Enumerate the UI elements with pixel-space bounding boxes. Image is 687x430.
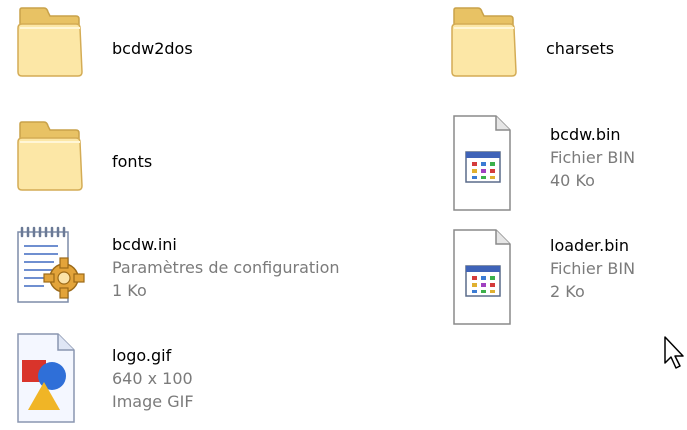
- file-item-logo-gif[interactable]: logo.gif 640 x 100 Image GIF: [14, 330, 314, 430]
- file-name: bcdw2dos: [112, 39, 193, 58]
- bin-file-icon: [452, 114, 552, 214]
- file-name: charsets: [546, 39, 615, 58]
- file-size: 1 Ko: [112, 281, 147, 300]
- file-item-charsets[interactable]: charsets: [448, 4, 687, 104]
- file-item-loader-bin[interactable]: loader.bin Fichier BIN 2 Ko: [452, 228, 687, 328]
- bin-file-icon: [452, 228, 552, 328]
- file-type: Fichier BIN: [550, 148, 636, 167]
- image-dimensions: 640 x 100: [112, 369, 193, 388]
- folder-icon: [14, 4, 114, 104]
- file-item-bcdw2dos[interactable]: bcdw2dos: [14, 4, 314, 104]
- file-type: Paramètres de configuration: [112, 258, 340, 277]
- file-name: logo.gif: [112, 346, 172, 365]
- file-item-fonts[interactable]: fonts: [14, 118, 314, 218]
- folder-icon: [448, 4, 548, 104]
- file-name: loader.bin: [550, 236, 629, 255]
- file-name: bcdw.bin: [550, 125, 621, 144]
- file-item-bcdw-ini[interactable]: bcdw.ini Paramètres de configuration 1 K…: [14, 224, 340, 324]
- file-size: 2 Ko: [550, 282, 585, 301]
- folder-icon: [14, 118, 114, 218]
- file-name: bcdw.ini: [112, 235, 177, 254]
- file-item-bcdw-bin[interactable]: bcdw.bin Fichier BIN 40 Ko: [452, 114, 687, 214]
- image-file-icon: [14, 330, 114, 430]
- file-size: 40 Ko: [550, 171, 595, 190]
- file-name: fonts: [112, 152, 153, 171]
- file-list-pane[interactable]: bcdw2dos charsets fonts bcdw.bin Fichier…: [0, 0, 687, 428]
- mouse-pointer-icon: [663, 335, 687, 371]
- file-type: Fichier BIN: [550, 259, 636, 278]
- file-type: Image GIF: [112, 392, 194, 411]
- config-file-icon: [14, 224, 114, 324]
